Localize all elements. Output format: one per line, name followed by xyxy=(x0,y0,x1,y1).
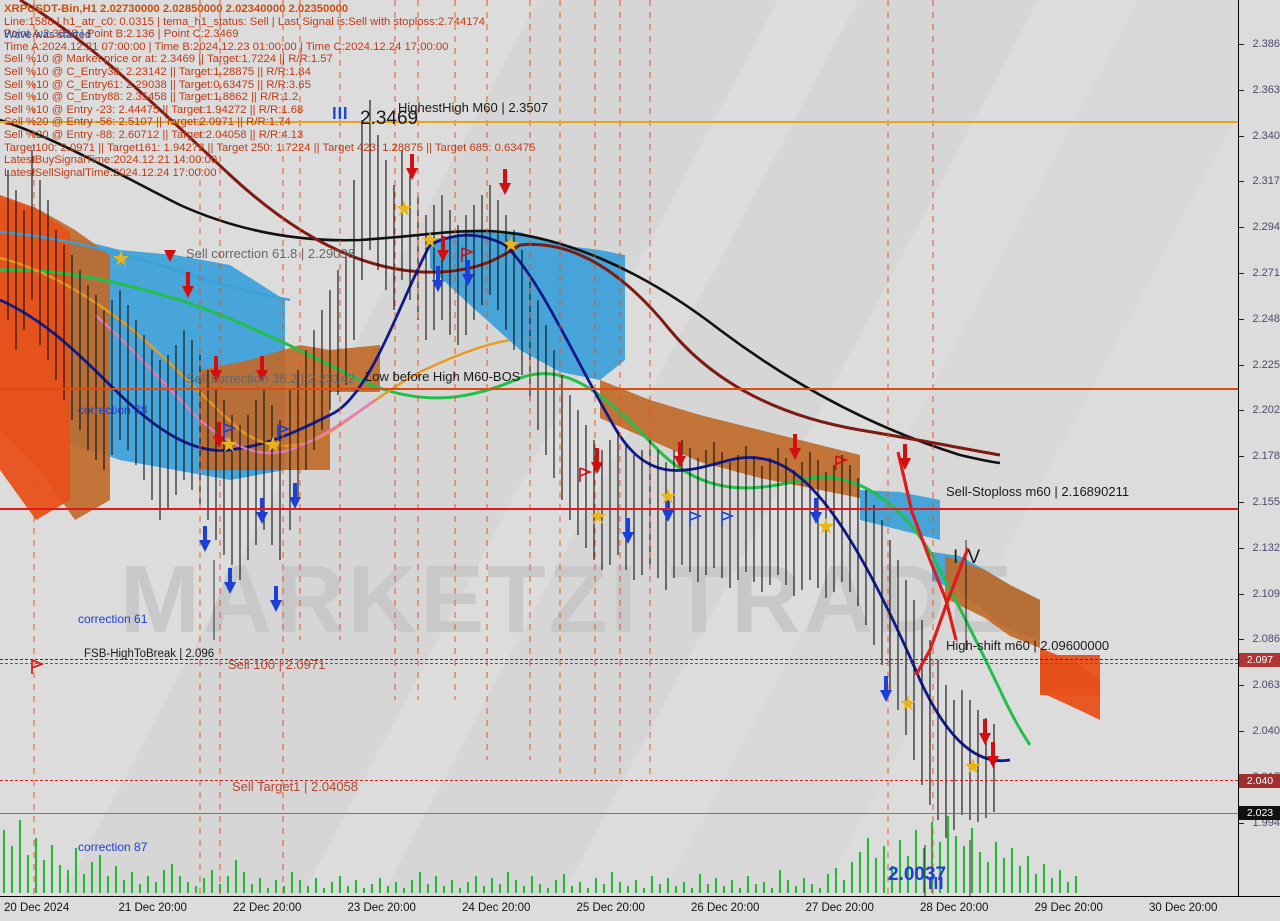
time-axis[interactable]: 20 Dec 2024 21 Dec 20:00 22 Dec 20:00 23 De… xyxy=(0,896,1280,921)
header-line: Sell %10 @ Entry -23: 2.44475 || Target:… xyxy=(4,103,304,116)
sell-target1-line xyxy=(0,780,1238,781)
chart-application: MARKETZI TRADE HighestHigh M60 | 2.3507 … xyxy=(0,0,1280,921)
label-sell-correction-618: Sell correction 61.8 | 2.29038 xyxy=(186,246,355,261)
price-tag: 2.097 xyxy=(1239,653,1280,667)
header-line: Time A:2024.12.21 07:00:00 | Time B:2024… xyxy=(4,40,449,53)
label-correction-61: correction 61 xyxy=(78,612,148,626)
price-tick-label: 2.225 xyxy=(1252,358,1280,371)
price-tick-mark xyxy=(1239,181,1244,183)
price-tick-label: 2.294 xyxy=(1252,221,1280,234)
label-low-before-high: Low before High M60-BOS xyxy=(365,369,521,384)
header-line: Line:1588 | h1_atr_c0: 0.0315 | tema_h1_… xyxy=(4,15,486,28)
time-tick-label: 28 Dec 20:00 xyxy=(920,902,989,914)
price-tick-label: 2.271 xyxy=(1252,267,1280,279)
price-tick-label: 2.386 xyxy=(1252,38,1280,50)
time-tick-label: 29 Dec 20:00 xyxy=(1034,902,1103,914)
header-line: Sell %20 @ Entry -88: 2.60712 || Target:… xyxy=(4,128,304,141)
price-tick-mark xyxy=(1239,44,1244,45)
high-shift-line xyxy=(0,663,1238,664)
last-price-line xyxy=(0,813,1238,814)
price-tick-mark xyxy=(1239,639,1244,641)
label-roman-iv: I V xyxy=(953,547,983,568)
time-tick-label: 24 Dec 20:00 xyxy=(462,902,531,914)
time-tick-label: 26 Dec 20:00 xyxy=(691,902,760,914)
header-line: LatestSellSignalTime:2024.12.24 17:00:00 xyxy=(4,166,217,179)
time-tick-label: 30 Dec 20:00 xyxy=(1149,902,1218,914)
price-tick-label: 2.086 xyxy=(1252,633,1280,646)
price-tick-label: 2.202 xyxy=(1252,404,1280,417)
price-tick-mark xyxy=(1239,273,1244,274)
price-tick-label: 2.109 xyxy=(1252,587,1280,600)
time-tick-label: 25 Dec 20:00 xyxy=(576,902,645,914)
label-correction-38: correction 38 xyxy=(78,403,148,417)
price-tick-mark xyxy=(1239,456,1244,458)
label-fsb-high-to-break: FSB-HighToBreak | 2.096 xyxy=(84,648,215,660)
header-line: Sell %10 @ C_Entry61: 2.29038 || Target:… xyxy=(4,78,311,91)
price-tick-label: 2.132 xyxy=(1252,541,1280,554)
low-before-high-line xyxy=(0,388,1238,390)
price-tick-label: 2.317 xyxy=(1252,175,1280,188)
time-tick-label: 27 Dec 20:00 xyxy=(805,902,874,914)
price-axis[interactable]: 2.386 2.363 2.340 2.317 2.294 2.271 2.248 2.225… xyxy=(1238,0,1280,896)
price-tick-mark xyxy=(1239,547,1244,549)
header-line: Sell %20 @ Entry -56: 2.5107 || Target:2… xyxy=(4,116,291,129)
header-line: Sell %10 @ Market price or at: 2.3469 ||… xyxy=(4,53,333,66)
price-tick-mark xyxy=(1239,227,1244,229)
label-sell-target1: Sell Target1 | 2.04058 xyxy=(232,779,359,794)
price-tag: 2.040 xyxy=(1239,774,1280,788)
price-tick-mark xyxy=(1239,731,1244,732)
label-sell-stoploss: Sell-Stoploss m60 | 2.16890211 xyxy=(946,484,1130,499)
price-tick-label: 2.063 xyxy=(1252,679,1280,692)
chart-plot-area[interactable]: MARKETZI TRADE HighestHigh M60 | 2.3507 … xyxy=(0,0,1238,896)
price-tick-label: 2.155 xyxy=(1252,496,1280,508)
price-tick-mark xyxy=(1239,822,1244,824)
time-tick-label: 23 Dec 20:00 xyxy=(347,902,416,914)
label-correction-87: correction 87 xyxy=(78,840,148,854)
time-tick-label: 20 Dec 2024 xyxy=(4,902,70,914)
price-tick-label: 2.040 xyxy=(1252,725,1280,737)
header-line: Sell %10 @ C_Entry38: 2.23142 || Target:… xyxy=(4,65,311,78)
header-line: Sell %10 @ C_Entry88: 2.35458 || Target:… xyxy=(4,91,299,104)
price-tick-label: 2.340 xyxy=(1252,129,1280,142)
header-line: Target100: 2.0971 || Target161: 1.94272 … xyxy=(4,141,536,154)
price-tick-mark xyxy=(1239,135,1244,137)
time-tick-label: 21 Dec 20:00 xyxy=(118,902,187,914)
price-tick-mark xyxy=(1239,364,1244,366)
price-tick-mark xyxy=(1239,685,1244,687)
label-sell-correction-382: Sell correction 38.2 | 2.23142 xyxy=(186,371,355,386)
price-tick-label: 2.363 xyxy=(1252,83,1280,96)
price-tick-label: 2.178 xyxy=(1252,450,1280,463)
price-tick-label: 2.248 xyxy=(1252,312,1280,325)
label-tick-marks-bottom: l l l xyxy=(928,874,944,893)
header-line: LatestBuySignalTime:2024.12.21 14:00:00 xyxy=(4,154,218,167)
price-tick-mark xyxy=(1239,410,1244,412)
wave-started-label: Wave was started xyxy=(4,29,92,41)
price-tick-mark xyxy=(1239,318,1244,320)
sell-stoploss-line xyxy=(0,508,1238,510)
vertical-markers-thin xyxy=(213,540,971,896)
label-sell-100: Sell 100 | 2.0971 xyxy=(228,657,326,672)
label-high-shift: High-shift m60 | 2.09600000 xyxy=(946,638,1110,653)
time-tick-label: 22 Dec 20:00 xyxy=(233,902,302,914)
price-tick-mark xyxy=(1239,593,1244,595)
price-tick-mark xyxy=(1239,502,1244,503)
header-line: XRPUSDT-Bin,H1 2.02730000 2.02850000 2.0… xyxy=(4,3,349,15)
price-tick-mark xyxy=(1239,89,1244,91)
price-tag: 2.023 xyxy=(1239,806,1280,820)
